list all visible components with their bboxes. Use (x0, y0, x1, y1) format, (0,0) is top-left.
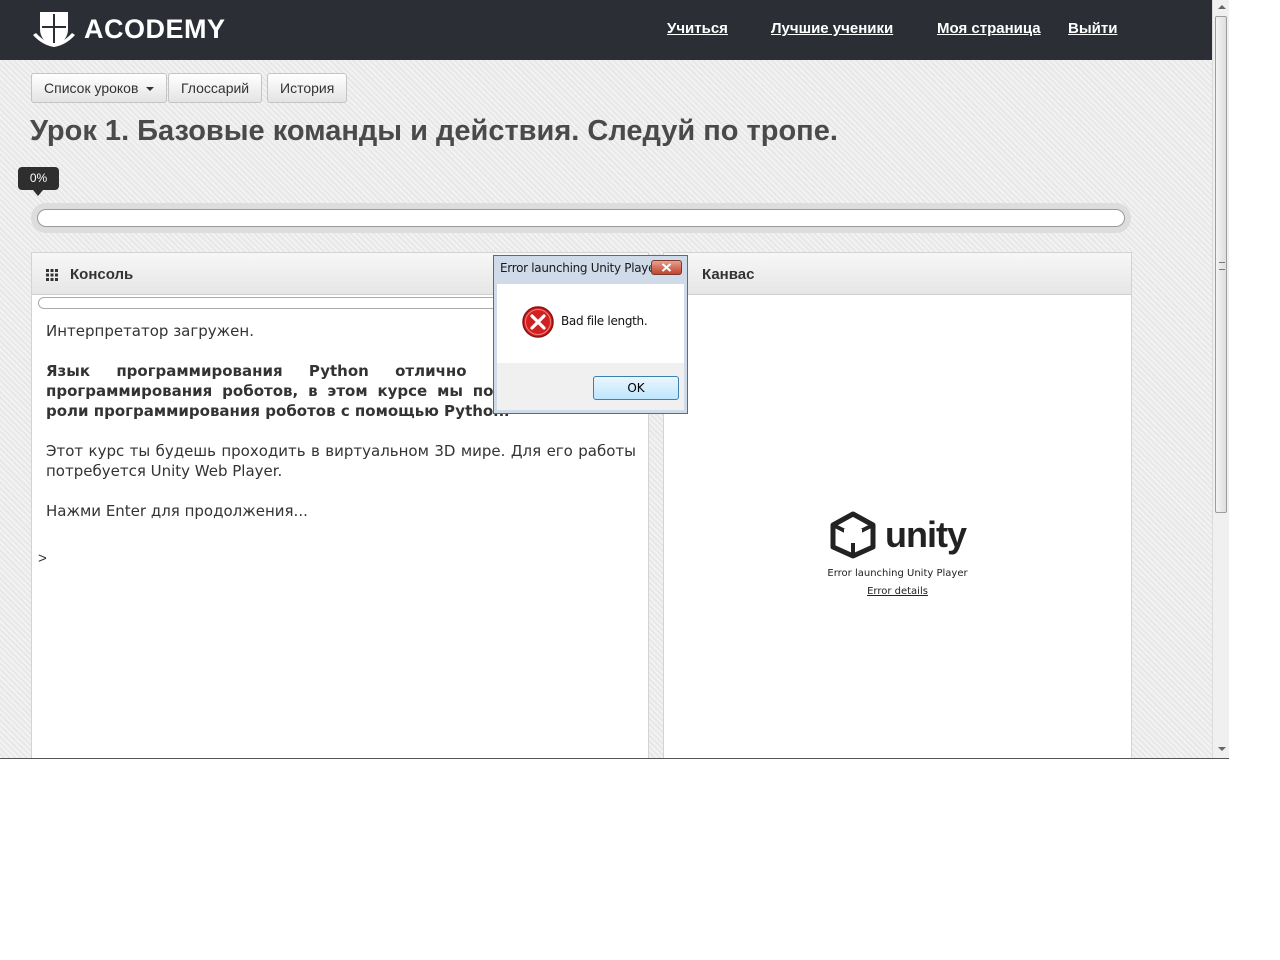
lessons-list-dropdown[interactable]: Список уроков (31, 73, 168, 103)
nav-learn-link[interactable]: Учиться (667, 20, 728, 37)
progress-bar (37, 209, 1125, 227)
shield-logo-icon (33, 12, 75, 47)
progress-track (31, 203, 1131, 233)
brand-name: ACODEMY (84, 13, 226, 44)
dialog-title: Error launching Unity Player (500, 261, 660, 275)
dialog-message: Bad file length. (561, 314, 648, 328)
progress-tooltip: 0% (18, 167, 59, 196)
unity-cube-icon (830, 511, 876, 559)
nav-best-students-link[interactable]: Лучшие ученики (771, 20, 893, 37)
dialog-footer: OK (497, 363, 684, 410)
close-icon (661, 263, 672, 272)
error-dialog: Error launching Unity Player Bad file le… (493, 255, 688, 414)
error-details-link[interactable]: Error details (664, 586, 1131, 597)
nav-my-page-link[interactable]: Моя страница (937, 20, 1041, 37)
scroll-down-arrow-icon[interactable] (1218, 747, 1226, 751)
grid-icon (46, 269, 58, 281)
scroll-thumb[interactable] (1215, 16, 1227, 513)
console-prompt[interactable]: > (38, 550, 47, 567)
error-circle-icon (522, 306, 554, 338)
dialog-titlebar[interactable]: Error launching Unity Player (494, 256, 687, 280)
unity-error-text: Error launching Unity Player (827, 568, 968, 579)
caret-down-icon (146, 87, 155, 92)
navbar: ACODEMY Учиться Лучшие ученики Моя стран… (0, 0, 1212, 60)
logo[interactable]: ACODEMY (32, 9, 226, 49)
grip-icon (1219, 262, 1225, 270)
dialog-body: Bad file length. (497, 284, 684, 363)
canvas-title: Канвас (702, 266, 755, 283)
canvas-panel: Канвас unity Error launching Unity Playe… (663, 252, 1132, 758)
unity-logo-text: unity (885, 514, 967, 555)
lesson-title: Урок 1. Базовые команды и действия. След… (30, 115, 838, 147)
browser-viewport: ACODEMY Учиться Лучшие ученики Моя стран… (0, 0, 1229, 759)
console-line: Нажми Enter для продолжения... (46, 502, 308, 520)
page: ACODEMY Учиться Лучшие ученики Моя стран… (0, 0, 1212, 758)
lessons-list-label: Список уроков (44, 80, 139, 96)
ok-button[interactable]: OK (593, 376, 679, 400)
dialog-close-button[interactable] (651, 260, 682, 275)
scroll-up-arrow-icon[interactable] (1218, 5, 1226, 9)
canvas-panel-header: Канвас (664, 253, 1131, 295)
unity-player-error: unity Error launching Unity Player Error… (664, 511, 1131, 597)
glossary-button[interactable]: Глоссарий (168, 73, 263, 103)
unity-logo: unity (829, 511, 967, 559)
history-button[interactable]: История (267, 73, 348, 103)
console-line: Этот курс ты будешь проходить в виртуаль… (46, 442, 636, 480)
nav-logout-link[interactable]: Выйти (1068, 20, 1117, 37)
console-title: Консоль (70, 266, 134, 283)
page-vertical-scrollbar[interactable] (1212, 0, 1229, 758)
